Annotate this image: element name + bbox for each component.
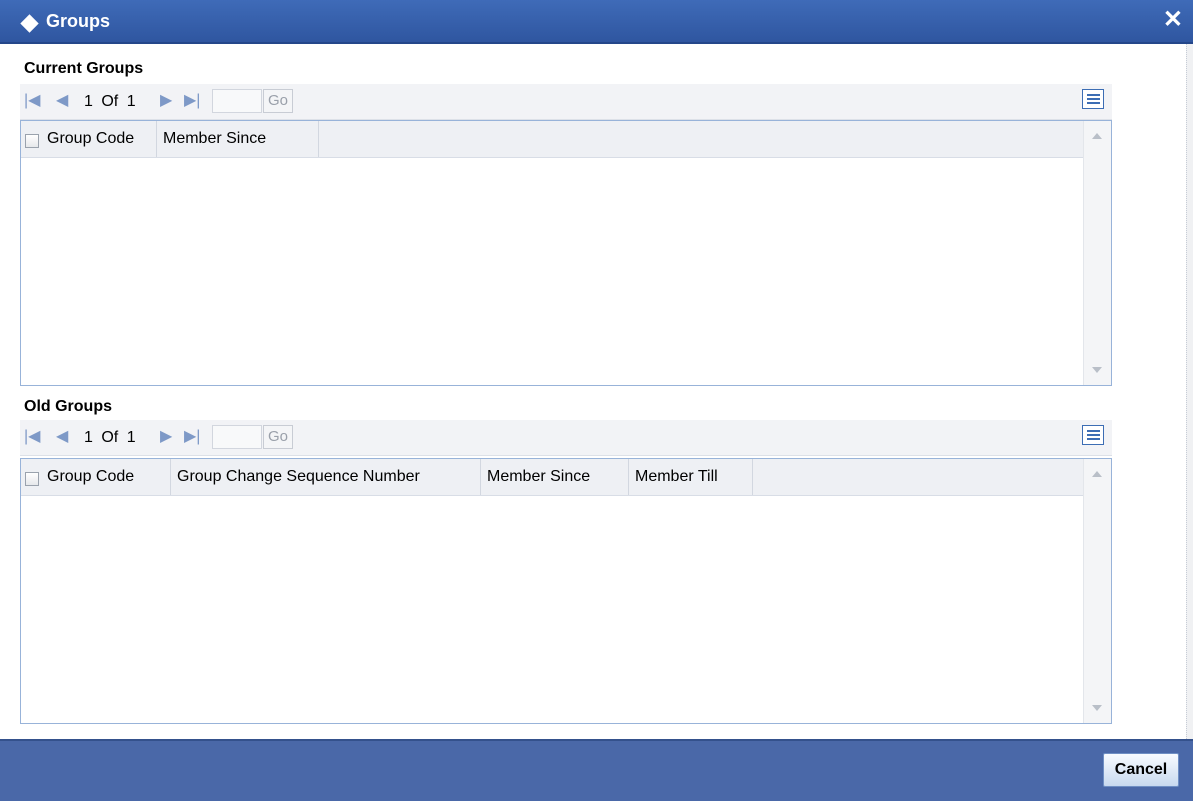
column-member-till[interactable]: Member Till [629, 459, 753, 495]
page-of-label: Of [101, 93, 119, 110]
current-groups-table: Group Code Member Since [20, 120, 1112, 386]
old-groups-table: Group Code Group Change Sequence Number … [20, 458, 1112, 724]
first-page-icon[interactable]: |◀ [24, 92, 40, 110]
old-groups-page-input[interactable] [212, 425, 262, 449]
column-settings-icon[interactable] [1082, 425, 1104, 445]
scroll-up-icon[interactable] [1092, 471, 1102, 477]
current-groups-page-input[interactable] [212, 89, 262, 113]
next-page-icon[interactable]: ▶ [160, 428, 172, 446]
column-member-since[interactable]: Member Since [481, 459, 629, 495]
current-groups-page-info: 1 Of 1 [84, 93, 140, 111]
select-all-checkbox[interactable] [25, 134, 39, 148]
last-page-icon[interactable]: ▶| [184, 92, 200, 110]
current-page-number: 1 [84, 429, 93, 446]
old-groups-go-button[interactable]: Go [263, 425, 293, 449]
old-groups-page-info: 1 Of 1 [84, 429, 140, 447]
column-member-since[interactable]: Member Since [157, 121, 319, 157]
cancel-button[interactable]: Cancel [1103, 753, 1179, 787]
page-of-label: Of [101, 429, 119, 446]
scroll-down-icon[interactable] [1092, 705, 1102, 711]
next-page-icon[interactable]: ▶ [160, 92, 172, 110]
window-titlebar: Groups ✕ [0, 0, 1193, 44]
scroll-up-icon[interactable] [1092, 133, 1102, 139]
scroll-down-icon[interactable] [1092, 367, 1102, 373]
total-page-number: 1 [126, 429, 136, 446]
old-groups-label: Old Groups [24, 398, 112, 415]
select-all-checkbox[interactable] [25, 472, 39, 486]
column-group-code[interactable]: Group Code [21, 459, 171, 495]
column-group-code[interactable]: Group Code [21, 121, 157, 157]
old-groups-toolbar: |◀ ◀ 1 Of 1 ▶ ▶| Go [20, 420, 1112, 456]
prev-page-icon[interactable]: ◀ [56, 92, 68, 110]
window-right-edge [1186, 44, 1193, 739]
column-group-change-sequence-number[interactable]: Group Change Sequence Number [171, 459, 481, 495]
old-groups-scrollbar[interactable] [1083, 459, 1111, 723]
first-page-icon[interactable]: |◀ [24, 428, 40, 446]
current-groups-table-header: Group Code Member Since [21, 121, 1083, 158]
current-groups-label: Current Groups [24, 60, 144, 77]
current-groups-toolbar: |◀ ◀ 1 Of 1 ▶ ▶| Go [20, 84, 1112, 120]
window-title: Groups [46, 11, 111, 31]
close-icon[interactable]: ✕ [1163, 5, 1183, 35]
diamond-icon [20, 14, 39, 33]
prev-page-icon[interactable]: ◀ [56, 428, 68, 446]
current-groups-go-button[interactable]: Go [263, 89, 293, 113]
dialog-footer: Cancel [0, 739, 1193, 801]
total-page-number: 1 [126, 93, 136, 110]
old-groups-table-header: Group Code Group Change Sequence Number … [21, 459, 1083, 496]
current-page-number: 1 [84, 93, 93, 110]
column-settings-icon[interactable] [1082, 89, 1104, 109]
last-page-icon[interactable]: ▶| [184, 428, 200, 446]
current-groups-scrollbar[interactable] [1083, 121, 1111, 385]
